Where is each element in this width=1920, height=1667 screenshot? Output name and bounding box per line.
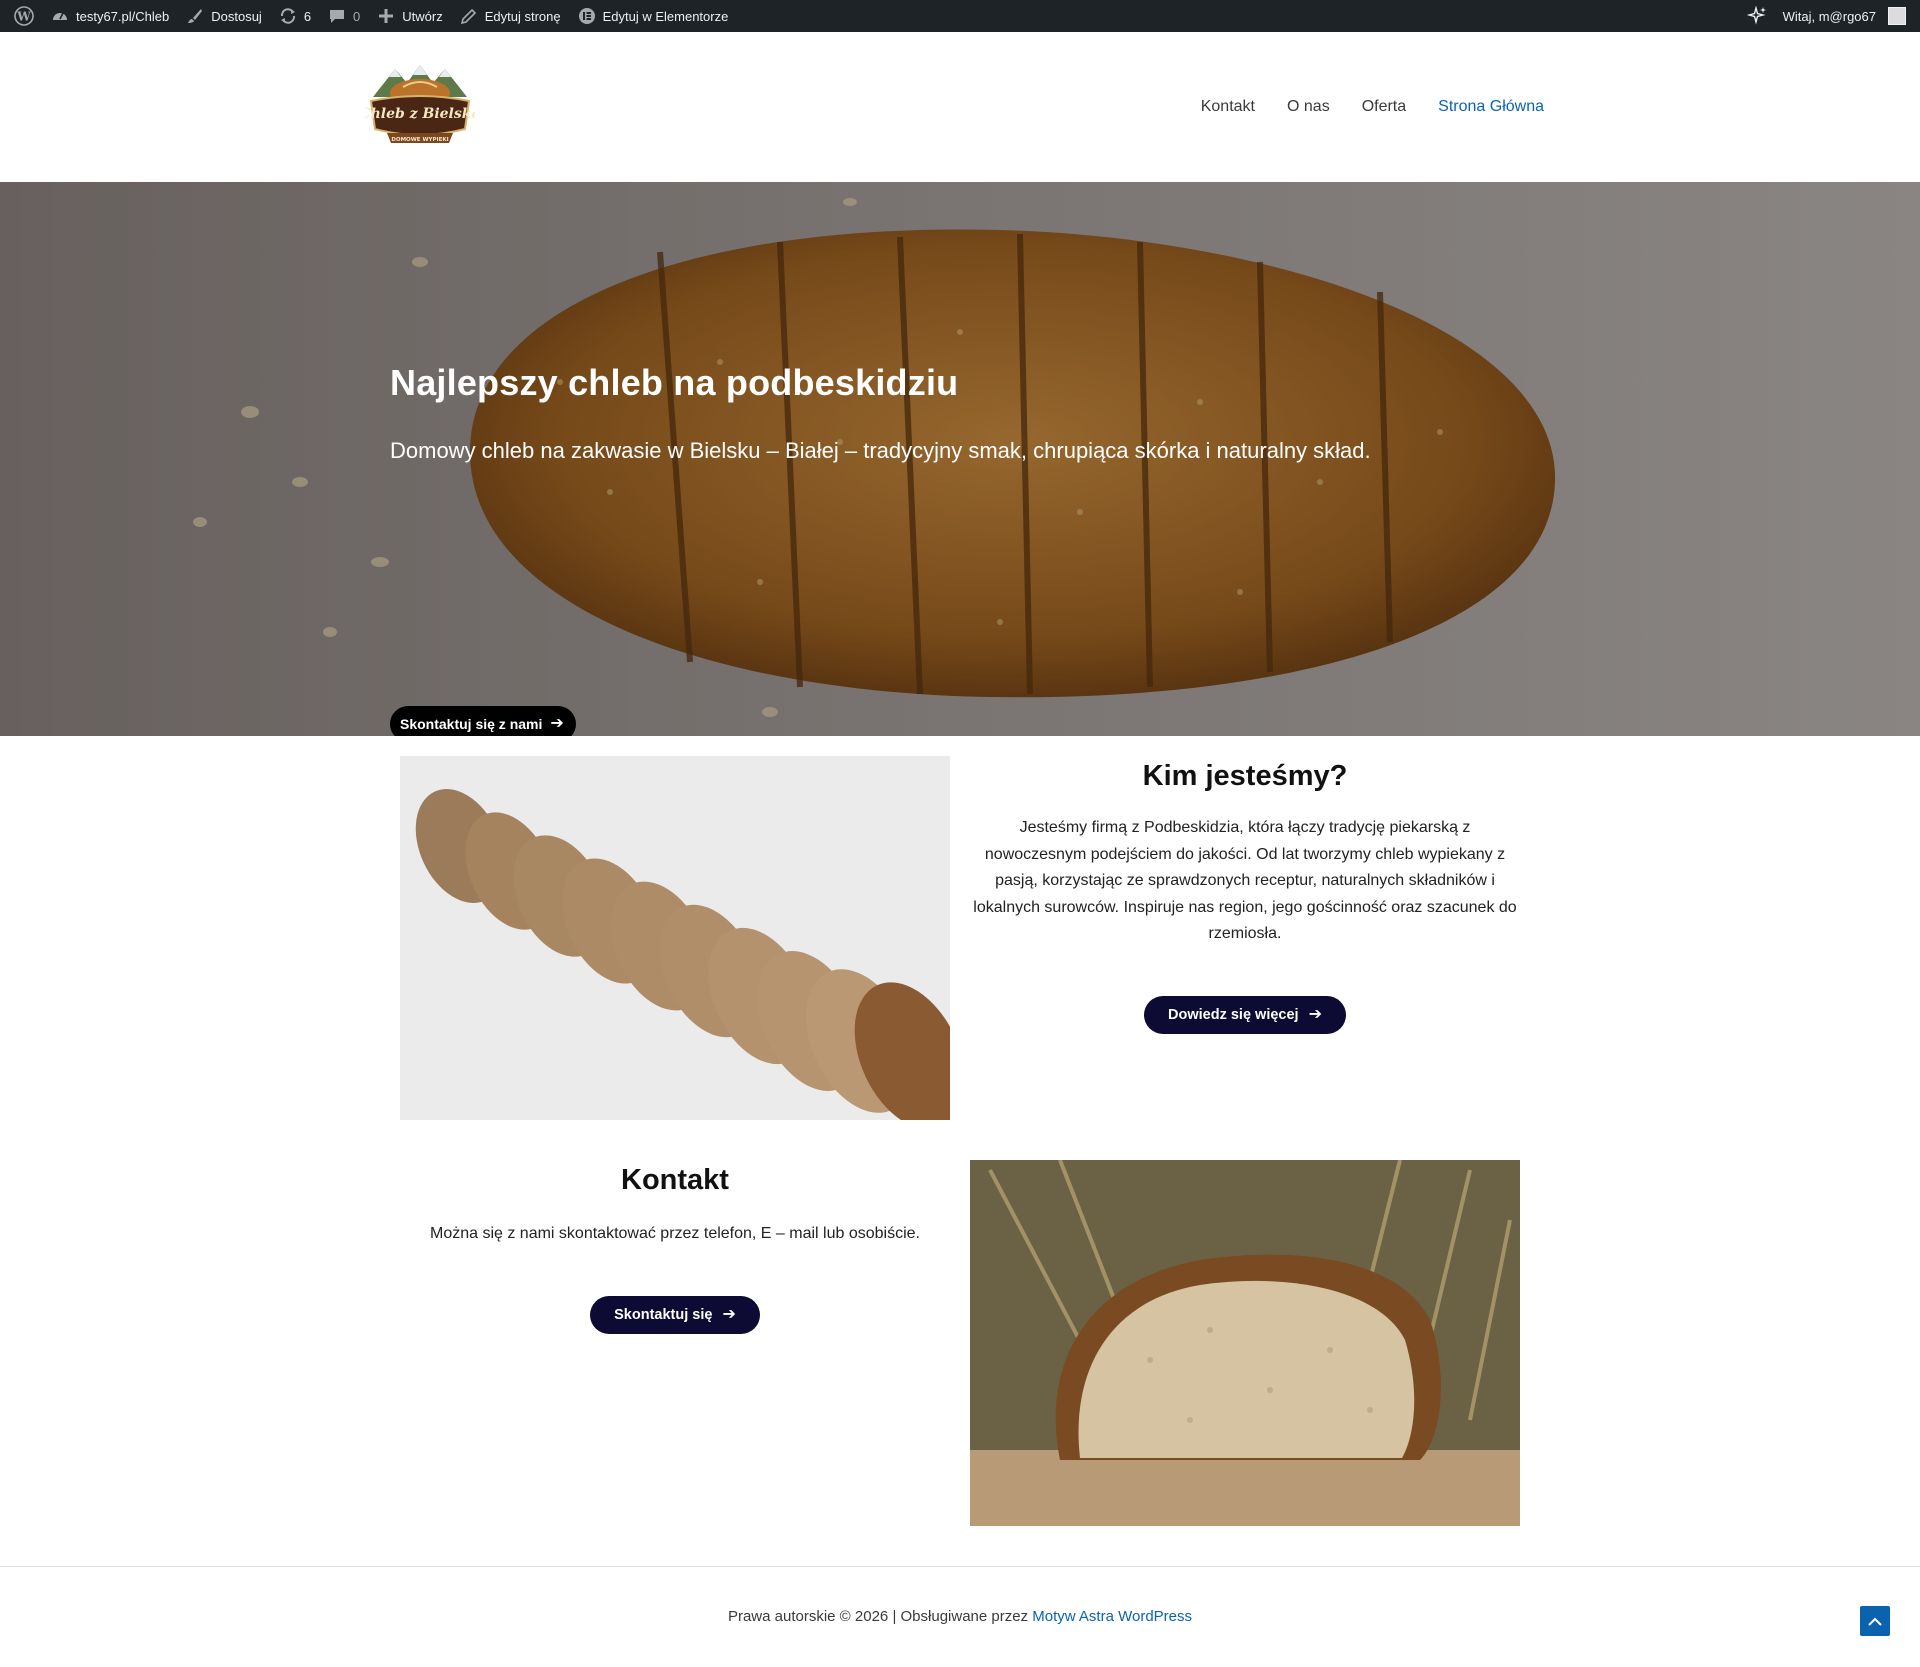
arrow-right-icon: ➔	[722, 1305, 736, 1323]
edit-elementor-label: Edytuj w Elementorze	[602, 8, 729, 24]
elementor-icon	[577, 6, 597, 26]
edit-page-label: Edytuj stronę	[484, 8, 561, 24]
site-name-label: testy67.pl/Chleb	[76, 8, 170, 24]
scroll-to-top-button[interactable]	[1860, 1606, 1890, 1636]
paintbrush-icon	[185, 6, 205, 26]
learn-more-label: Dowiedz się więcej	[1168, 1006, 1299, 1023]
hero-contact-button-label: Skontaktuj się z nami	[400, 716, 543, 732]
primary-navigation: Kontakt O nas Oferta Strona Główna	[1201, 32, 1544, 182]
updates-refresh-icon	[278, 6, 298, 26]
site-name-menu[interactable]: testy67.pl/Chleb	[42, 0, 177, 32]
logo-image: Chleb z Bielska DOMOWE WYPIEKI	[365, 65, 475, 143]
wordpress-icon: W	[14, 6, 34, 26]
nav-item-o-nas[interactable]: O nas	[1287, 98, 1330, 116]
logo-subtext: DOMOWE WYPIEKI	[391, 137, 448, 143]
svg-text:W: W	[16, 10, 31, 24]
wp-admin-bar: W testy67.pl/Chleb Dostosuj 6 0 Utwórz E…	[0, 0, 1920, 32]
hero-section: Najlepszy chleb na podbeskidziu Domowy c…	[0, 182, 1920, 736]
nav-item-oferta[interactable]: Oferta	[1362, 98, 1406, 116]
comments-link[interactable]: 0	[319, 0, 368, 32]
learn-more-button[interactable]: Dowiedz się więcej ➔	[1144, 995, 1346, 1034]
ai-sparkle-button[interactable]	[1739, 0, 1775, 32]
wordpress-logo-menu[interactable]: W	[6, 0, 42, 32]
comments-count: 0	[353, 8, 361, 24]
greeting-label: Witaj, m@rgo67	[1782, 8, 1876, 24]
site-logo[interactable]: Chleb z Bielska DOMOWE WYPIEKI	[362, 52, 478, 162]
contact-button[interactable]: Skontaktuj się ➔	[590, 1295, 760, 1334]
contact-text: Można się z nami skontaktować przez tele…	[429, 1225, 920, 1242]
about-bread-slices-image	[400, 756, 950, 1120]
footer-divider	[0, 1566, 1920, 1567]
admin-bar-secondary: Witaj, m@rgo67	[1739, 0, 1914, 32]
chevron-up-icon	[1868, 1617, 1882, 1626]
about-section: Kim jesteśmy? Jesteśmy firmą z Podbeskid…	[970, 756, 1520, 1034]
new-content-menu[interactable]: Utwórz	[368, 0, 450, 32]
site-footer: Prawa autorskie © 2026 | Obsługiwane prz…	[0, 1608, 1920, 1625]
copyright-text: Prawa autorskie © 2026 | Obsługiwane prz…	[727, 1608, 1033, 1625]
hero-subtitle: Domowy chleb na zakwasie w Bielsku – Bia…	[390, 438, 1371, 463]
avatar	[1888, 7, 1906, 25]
create-label: Utwórz	[402, 8, 443, 24]
contact-button-label: Skontaktuj się	[614, 1306, 713, 1323]
updates-count: 6	[303, 8, 312, 24]
pencil-icon	[459, 6, 479, 26]
my-account-menu[interactable]: Witaj, m@rgo67	[1775, 0, 1914, 32]
edit-page-link[interactable]: Edytuj stronę	[451, 0, 569, 32]
contact-title: Kontakt	[621, 1164, 729, 1196]
about-title: Kim jesteśmy?	[1142, 760, 1348, 792]
customize-link[interactable]: Dostosuj	[177, 0, 270, 32]
site-header: Chleb z Bielska DOMOWE WYPIEKI Kontakt O…	[0, 32, 1920, 182]
contact-section: Kontakt Można się z nami skontaktować pr…	[400, 1160, 950, 1334]
about-text: Jesteśmy firmą z Podbeskidzia, która łąc…	[973, 819, 1517, 942]
dashboard-gauge-icon	[50, 6, 70, 26]
hero-content: Najlepszy chleb na podbeskidziu Domowy c…	[390, 362, 1590, 736]
contact-bread-loaf-image	[970, 1160, 1520, 1526]
customize-label: Dostosuj	[211, 8, 262, 24]
arrow-right-icon: ➔	[550, 715, 564, 732]
hero-title: Najlepszy chleb na podbeskidziu	[390, 362, 959, 403]
plus-icon	[376, 6, 396, 26]
nav-item-kontakt[interactable]: Kontakt	[1201, 98, 1255, 116]
arrow-right-icon: ➔	[1308, 1005, 1322, 1023]
nav-item-strona-glowna[interactable]: Strona Główna	[1438, 98, 1544, 116]
astra-theme-link[interactable]: Motyw Astra WordPress	[1032, 1608, 1192, 1625]
sparkle-icon	[1746, 6, 1767, 26]
logo-text: Chleb z Bielska	[365, 106, 475, 122]
edit-elementor-link[interactable]: Edytuj w Elementorze	[569, 0, 737, 32]
updates-link[interactable]: 6	[270, 0, 319, 32]
comment-bubble-icon	[327, 6, 347, 26]
hero-contact-button[interactable]: Skontaktuj się z nami ➔	[390, 706, 576, 736]
